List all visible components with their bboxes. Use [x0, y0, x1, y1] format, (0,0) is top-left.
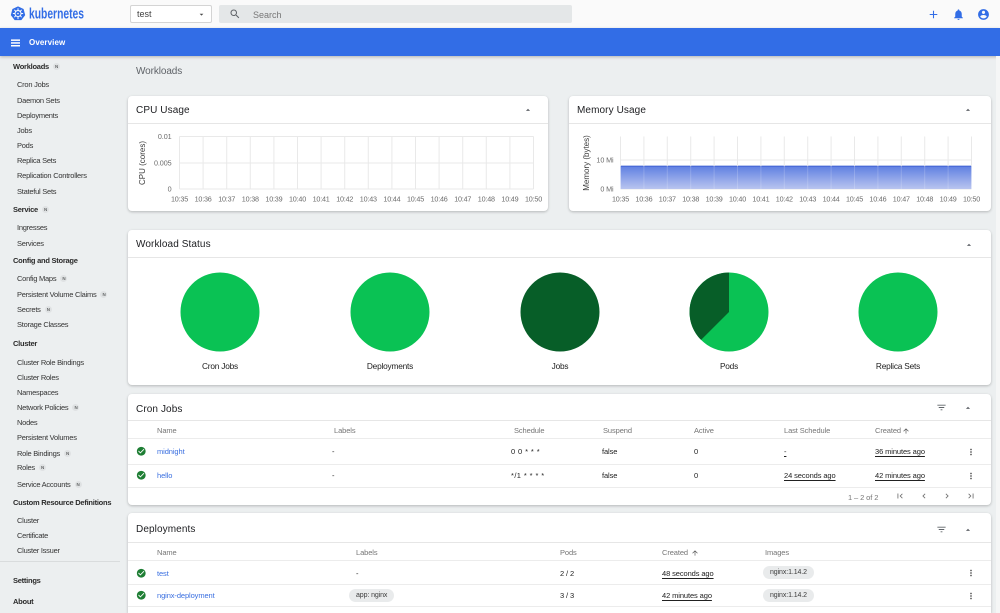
- svg-text:10:45: 10:45: [407, 195, 424, 204]
- svg-text:10:46: 10:46: [869, 195, 886, 204]
- svg-text:10:46: 10:46: [431, 195, 448, 204]
- svg-text:10:37: 10:37: [659, 195, 676, 204]
- svg-text:10:44: 10:44: [823, 195, 840, 204]
- svg-text:10:36: 10:36: [195, 195, 212, 204]
- svg-text:0: 0: [168, 185, 172, 194]
- svg-text:10:41: 10:41: [752, 195, 769, 204]
- svg-text:CPU (cores): CPU (cores): [138, 141, 147, 185]
- svg-text:kubernetes: kubernetes: [29, 6, 84, 23]
- svg-text:10:35: 10:35: [171, 195, 188, 204]
- svg-text:10:36: 10:36: [635, 195, 652, 204]
- svg-text:10:50: 10:50: [963, 195, 980, 204]
- svg-text:10:47: 10:47: [454, 195, 471, 204]
- svg-text:10:49: 10:49: [940, 195, 957, 204]
- svg-text:0.005: 0.005: [154, 159, 172, 168]
- svg-text:Pods: Pods: [720, 361, 738, 371]
- svg-text:0 Mi: 0 Mi: [600, 185, 614, 194]
- svg-text:10:44: 10:44: [383, 195, 400, 204]
- svg-text:10:37: 10:37: [218, 195, 235, 204]
- svg-text:10:40: 10:40: [729, 195, 746, 204]
- svg-text:10:39: 10:39: [706, 195, 723, 204]
- svg-text:10:42: 10:42: [336, 195, 353, 204]
- svg-text:10:48: 10:48: [916, 195, 933, 204]
- svg-text:10:50: 10:50: [525, 195, 542, 204]
- svg-text:10:47: 10:47: [893, 195, 910, 204]
- svg-text:10:42: 10:42: [776, 195, 793, 204]
- svg-text:10:45: 10:45: [846, 195, 863, 204]
- svg-text:10:35: 10:35: [612, 195, 629, 204]
- svg-text:10 Mi: 10 Mi: [596, 156, 614, 165]
- svg-text:Replica Sets: Replica Sets: [876, 361, 920, 371]
- svg-text:Jobs: Jobs: [552, 361, 569, 371]
- svg-text:10:49: 10:49: [501, 195, 518, 204]
- svg-text:10:43: 10:43: [360, 195, 377, 204]
- svg-text:0.01: 0.01: [158, 132, 172, 141]
- svg-text:10:41: 10:41: [313, 195, 330, 204]
- svg-text:10:38: 10:38: [242, 195, 259, 204]
- svg-text:10:39: 10:39: [265, 195, 282, 204]
- svg-text:10:43: 10:43: [799, 195, 816, 204]
- svg-text:Cron Jobs: Cron Jobs: [202, 361, 238, 371]
- svg-text:10:40: 10:40: [289, 195, 306, 204]
- svg-text:Deployments: Deployments: [367, 361, 413, 371]
- svg-text:Memory (bytes): Memory (bytes): [582, 135, 591, 191]
- svg-text:10:48: 10:48: [478, 195, 495, 204]
- svg-text:10:38: 10:38: [682, 195, 699, 204]
